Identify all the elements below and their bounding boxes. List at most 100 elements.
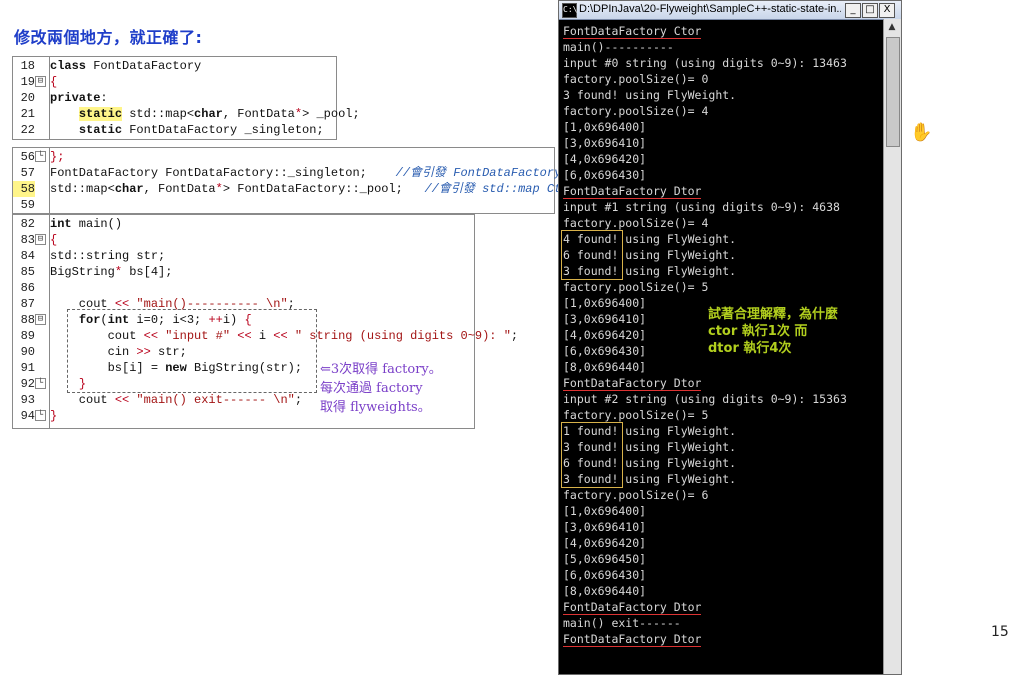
line-number: 20 bbox=[20, 91, 35, 105]
console-line: [5,0x696450] bbox=[563, 551, 881, 567]
console-line-text: [4,0x696420] bbox=[563, 152, 647, 166]
minimize-button[interactable]: _ bbox=[845, 3, 861, 18]
maximize-button[interactable]: □ bbox=[862, 3, 878, 18]
console-line-text: [1,0x696400] bbox=[563, 504, 647, 518]
fold-toggle-icon[interactable]: ⊟ bbox=[35, 76, 46, 87]
console-line-text: factory.poolSize()= 5 bbox=[563, 408, 709, 422]
console-line-text: [6,0x696430] bbox=[563, 568, 647, 582]
console-line-text: input #2 string (using digits 0~9): 1536… bbox=[563, 392, 847, 406]
line-number: 89 bbox=[20, 329, 35, 343]
console-line: [6,0x696430] bbox=[563, 167, 881, 183]
code-token: * bbox=[114, 265, 123, 279]
console-line: factory.poolSize()= 4 bbox=[563, 103, 881, 119]
console-line-text: input #1 string (using digits 0~9): 4638 bbox=[563, 200, 840, 214]
console-line: input #1 string (using digits 0~9): 4638 bbox=[563, 199, 881, 215]
code-line: 56 └}; bbox=[13, 149, 554, 165]
console-line-text: [4,0x696420] bbox=[563, 536, 647, 550]
fold-toggle-icon[interactable]: └ bbox=[35, 151, 46, 162]
line-number: 87 bbox=[20, 297, 35, 311]
code-text: { bbox=[50, 74, 57, 90]
code-line: 82 int main() bbox=[13, 216, 474, 232]
console-line-text: FontDataFactory Dtor bbox=[563, 376, 702, 391]
console-line-text: [8,0x696440] bbox=[563, 584, 647, 598]
code-text: class FontDataFactory bbox=[50, 58, 201, 74]
console-line: [3,0x696410] bbox=[563, 519, 881, 535]
line-number: 83 bbox=[20, 233, 35, 247]
code-line: 18 class FontDataFactory bbox=[13, 58, 336, 74]
fold-toggle-icon[interactable]: ⊟ bbox=[35, 234, 46, 245]
console-titlebar[interactable]: C:\ D:\DPInJava\20-Flyweight\SampleC++-s… bbox=[559, 1, 901, 20]
line-number: 88 bbox=[20, 313, 35, 327]
console-line-text: factory.poolSize()= 4 bbox=[563, 216, 709, 230]
line-number: 18 bbox=[20, 59, 35, 73]
code-token: { bbox=[50, 233, 58, 247]
code-text: std::string str; bbox=[50, 248, 165, 264]
code-token: , FontData bbox=[222, 107, 295, 121]
line-number: 93 bbox=[20, 393, 35, 407]
line-number: 57 bbox=[20, 166, 35, 180]
fold-toggle-icon[interactable]: ⊟ bbox=[35, 314, 46, 325]
vertical-scrollbar[interactable]: ▲ bbox=[883, 19, 901, 674]
code-token: ; bbox=[510, 329, 519, 343]
code-text: { bbox=[50, 232, 57, 248]
code-token: : bbox=[100, 91, 108, 105]
console-line-text: [8,0x696440] bbox=[563, 360, 647, 374]
code-token: "main() exit------ \n" bbox=[129, 393, 295, 407]
code-text: }; bbox=[50, 149, 64, 165]
line-number: 91 bbox=[20, 361, 35, 375]
code-token: FontDataFactory FontDataFactory::_single… bbox=[50, 166, 396, 180]
code-token: //會引發 std::map Ctor bbox=[424, 182, 576, 196]
console-line: main() exit------ bbox=[563, 615, 881, 631]
code-token: cout bbox=[50, 393, 115, 407]
console-line: FontDataFactory Ctor bbox=[563, 23, 881, 39]
scroll-up-arrow-icon[interactable]: ▲ bbox=[886, 21, 898, 33]
code-token: int bbox=[50, 217, 72, 231]
annotation-line-1: ⇐3次取得 factory。 bbox=[320, 362, 442, 377]
fold-toggle-icon[interactable]: └ bbox=[35, 378, 46, 389]
console-line-text: factory.poolSize()= 0 bbox=[563, 72, 709, 86]
code-token: BigString bbox=[50, 265, 115, 279]
line-number: 85 bbox=[20, 265, 35, 279]
console-line: FontDataFactory Dtor bbox=[563, 375, 881, 391]
console-line: [4,0x696420] bbox=[563, 151, 881, 167]
console-line-text: [4,0x696420] bbox=[563, 328, 647, 342]
fold-toggle-icon[interactable]: └ bbox=[35, 410, 46, 421]
console-line-text: [3,0x696410] bbox=[563, 312, 647, 326]
scrollbar-thumb[interactable] bbox=[886, 37, 900, 147]
code-token: } bbox=[50, 409, 58, 423]
code-token: FontDataFactory bbox=[86, 59, 202, 73]
code-token: std::map< bbox=[122, 107, 195, 121]
for-loop-highlight-box bbox=[67, 309, 317, 393]
console-line: 3 found! using FlyWeight. bbox=[563, 87, 881, 103]
code-line: 57 FontDataFactory FontDataFactory::_sing… bbox=[13, 165, 598, 181]
console-line-text: [3,0x696410] bbox=[563, 520, 647, 534]
code-token: }; bbox=[50, 150, 65, 164]
console-line: [8,0x696440] bbox=[563, 359, 881, 375]
close-button[interactable]: X bbox=[879, 3, 895, 18]
code-token: << bbox=[114, 393, 130, 407]
console-line-text: [6,0x696430] bbox=[563, 168, 647, 182]
code-text: static std::map<char, FontData*> _pool; bbox=[50, 106, 360, 122]
code-token: static bbox=[78, 107, 123, 121]
console-line: input #2 string (using digits 0~9): 1536… bbox=[563, 391, 881, 407]
line-number: 21 bbox=[20, 107, 35, 121]
console-line: FontDataFactory Dtor bbox=[563, 599, 881, 615]
console-line-text: [3,0x696410] bbox=[563, 136, 647, 150]
console-line-text: FontDataFactory Dtor bbox=[563, 632, 702, 647]
console-line: [3,0x696410] bbox=[563, 135, 881, 151]
code-token: > FontDataFactory::_pool; bbox=[222, 182, 425, 196]
code-token: ; bbox=[294, 393, 303, 407]
code-line: 83 ⊟ { bbox=[13, 232, 474, 248]
code-line: 84 std::string str; bbox=[13, 248, 474, 264]
code-token: bs[4]; bbox=[122, 265, 173, 279]
code-text: static FontDataFactory _singleton; bbox=[50, 122, 324, 138]
code-token: main() bbox=[71, 217, 123, 231]
console-line: [8,0x696440] bbox=[563, 583, 881, 599]
code-lines: 18 class FontDataFactory 19 ⊟ {20 private: 21 … bbox=[13, 58, 360, 138]
console-line: factory.poolSize()= 6 bbox=[563, 487, 881, 503]
console-line-text: factory.poolSize()= 5 bbox=[563, 280, 709, 294]
factory-annotation: ⇐3次取得 factory。 每次通過 factory 取得 flyweight… bbox=[320, 360, 442, 417]
code-token: > _pool; bbox=[302, 107, 360, 121]
console-line: [6,0x696430] bbox=[563, 567, 881, 583]
